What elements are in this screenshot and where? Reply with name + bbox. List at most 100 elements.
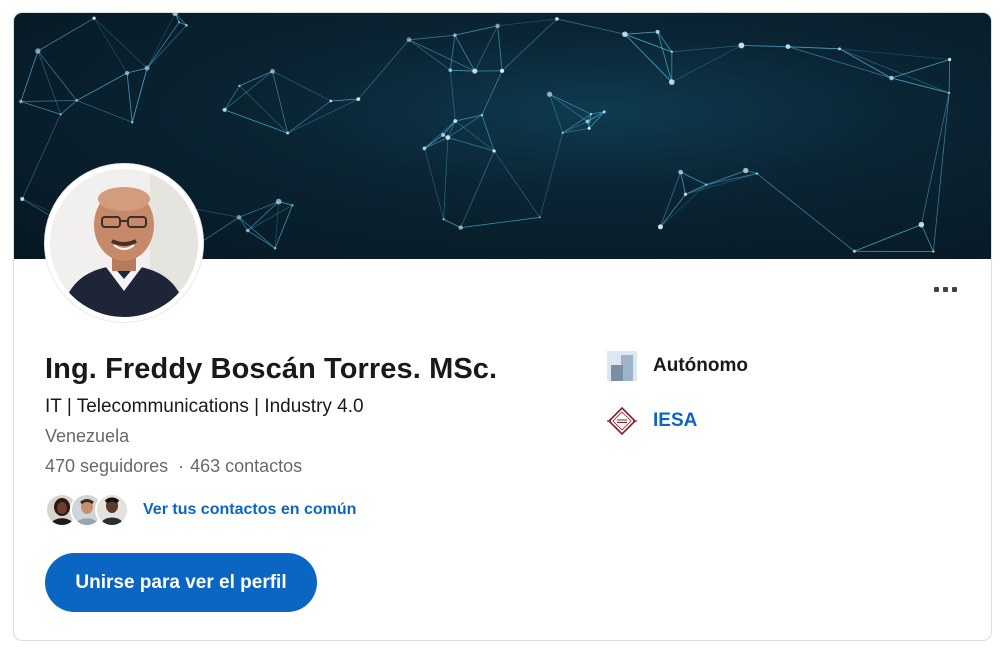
- network-node: [742, 167, 749, 174]
- mutual-connections[interactable]: Ver tus contactos en común: [45, 491, 356, 529]
- network-line: [680, 171, 707, 185]
- person-icon: [97, 495, 127, 525]
- network-node: [441, 133, 445, 137]
- network-node: [458, 225, 463, 230]
- network-line: [539, 132, 564, 218]
- mutual-avatars: [45, 493, 129, 527]
- network-node: [838, 47, 842, 51]
- network-node: [932, 250, 935, 253]
- network-node: [406, 37, 412, 43]
- network-line: [272, 71, 289, 134]
- network-node: [785, 44, 791, 50]
- network-line: [549, 94, 564, 133]
- network-node: [657, 224, 663, 230]
- network-node: [889, 75, 894, 81]
- network-node: [75, 99, 78, 102]
- network-line: [443, 218, 461, 228]
- network-line: [37, 50, 78, 101]
- network-node: [275, 198, 282, 205]
- network-line: [146, 25, 187, 69]
- network-node: [356, 97, 361, 102]
- network-line: [93, 17, 128, 74]
- network-node: [270, 68, 276, 74]
- network-line: [20, 101, 61, 115]
- mutual-connections-link[interactable]: Ver tus contactos en común: [143, 501, 356, 519]
- network-line: [247, 230, 276, 249]
- experience-label: IESA: [653, 410, 698, 431]
- network-line: [126, 72, 133, 123]
- network-line: [37, 50, 62, 115]
- network-line: [20, 50, 39, 102]
- profile-name: Ing. Freddy Boscán Torres. MSc.: [45, 353, 498, 385]
- network-node: [948, 57, 952, 62]
- network-node: [546, 91, 553, 97]
- network-line: [481, 114, 495, 152]
- network-line: [549, 93, 588, 122]
- network-line: [660, 194, 686, 228]
- network-node: [538, 216, 541, 219]
- network-node: [238, 84, 241, 87]
- network-node: [144, 65, 150, 71]
- network-line: [238, 201, 279, 218]
- network-line: [501, 18, 558, 72]
- profile-photo[interactable]: [45, 164, 203, 322]
- network-line: [408, 39, 451, 71]
- network-node: [131, 121, 134, 124]
- network-line: [454, 34, 476, 72]
- network-line: [247, 204, 293, 231]
- network-line: [497, 18, 557, 27]
- network-line: [455, 120, 495, 152]
- profile-location: Venezuela: [45, 426, 130, 446]
- network-node: [329, 99, 333, 103]
- network-line: [685, 173, 758, 195]
- network-line: [562, 113, 592, 134]
- network-node: [668, 79, 675, 85]
- network-line: [443, 137, 449, 220]
- network-node: [585, 119, 590, 124]
- network-line: [146, 21, 180, 69]
- network-line: [854, 224, 922, 252]
- network-line: [358, 39, 410, 100]
- network-line: [839, 48, 950, 94]
- network-line: [408, 39, 475, 72]
- network-node: [499, 68, 505, 73]
- network-node: [92, 16, 96, 20]
- network-line: [454, 25, 498, 36]
- network-node: [445, 135, 451, 140]
- network-line: [424, 148, 445, 220]
- network-line: [131, 67, 148, 123]
- network-node: [678, 169, 684, 175]
- profile-card: Ing. Freddy Boscán Torres. MSc. IT | Tel…: [13, 12, 992, 641]
- network-line: [442, 120, 456, 136]
- network-line: [287, 98, 359, 134]
- network-node: [185, 24, 188, 27]
- network-line: [948, 59, 951, 93]
- network-node: [670, 50, 674, 54]
- profile-stats: 470 seguidores · 463 contactos: [45, 456, 302, 477]
- network-node: [236, 215, 242, 220]
- network-node: [442, 218, 445, 221]
- network-node: [20, 197, 25, 202]
- network-line: [449, 35, 456, 71]
- network-line: [660, 184, 707, 228]
- network-node: [35, 48, 41, 54]
- join-to-view-profile-button[interactable]: Unirse para ver el perfil: [45, 553, 317, 612]
- network-node: [472, 68, 478, 74]
- network-line: [76, 100, 133, 123]
- network-node: [178, 21, 181, 24]
- network-node: [555, 17, 559, 21]
- network-line: [474, 25, 498, 72]
- network-line: [76, 72, 128, 101]
- more-options-button[interactable]: [929, 277, 961, 301]
- network-line: [787, 46, 840, 50]
- network-line: [239, 70, 273, 87]
- network-node: [222, 107, 227, 112]
- experience-item-iesa[interactable]: IESA: [607, 406, 697, 436]
- network-node: [286, 131, 290, 135]
- network-line: [424, 120, 456, 149]
- experience-item-autonomo[interactable]: Autónomo: [607, 351, 748, 381]
- connections-count: 463 contactos: [190, 456, 303, 476]
- experience-label: Autónomo: [653, 355, 748, 376]
- network-line: [624, 31, 658, 35]
- network-line: [921, 224, 934, 252]
